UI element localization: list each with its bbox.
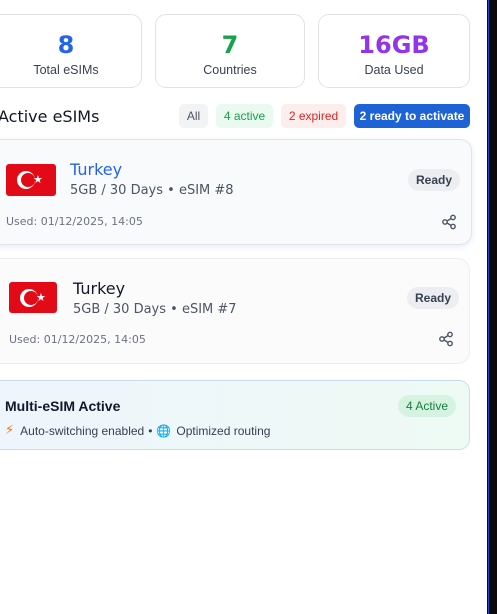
esim-used-timestamp: Used: 01/12/2025, 14:05 bbox=[6, 215, 143, 228]
stat-value-countries: 7 bbox=[221, 31, 239, 59]
stat-card-data-used: 16GB Data Used bbox=[318, 14, 470, 88]
stat-label-data-used: Data Used bbox=[364, 63, 424, 77]
esim-country: Turkey bbox=[70, 160, 123, 179]
filter-expired-button[interactable]: 2 expired bbox=[281, 104, 346, 128]
section-title: Active eSIMs bbox=[0, 107, 100, 126]
turkey-flag-icon: ★ bbox=[6, 164, 56, 196]
stat-value-total-esims: 8 bbox=[57, 31, 75, 59]
filter-active-button[interactable]: 4 active bbox=[216, 104, 273, 128]
separator-dot: • bbox=[148, 423, 153, 438]
multi-esim-features: ⚡ Auto-switching enabled • 🌐 Optimized r… bbox=[5, 423, 270, 438]
esim-used-timestamp: Used: 01/12/2025, 14:05 bbox=[9, 333, 146, 346]
esim-plan: 5GB / 30 Days • eSIM #8 bbox=[70, 183, 234, 198]
turkey-flag-icon: ★ bbox=[9, 282, 57, 313]
stat-label-countries: Countries bbox=[203, 63, 257, 77]
share-icon[interactable] bbox=[441, 214, 457, 230]
status-badge: Ready bbox=[408, 169, 461, 191]
filter-all-button[interactable]: All bbox=[179, 104, 208, 128]
stat-card-total-esims: 8 Total eSIMs bbox=[0, 14, 142, 88]
stat-card-countries: 7 Countries bbox=[155, 14, 305, 88]
multi-esim-banner: Multi-eSIM Active 4 Active ⚡ Auto-switch… bbox=[0, 380, 470, 450]
window-edge-line bbox=[488, 0, 489, 614]
globe-icon: 🌐 bbox=[156, 423, 172, 438]
routing-label: Optimized routing bbox=[176, 423, 271, 438]
auto-switching-label: Auto-switching enabled bbox=[20, 423, 145, 438]
esim-plan: 5GB / 30 Days • eSIM #7 bbox=[73, 302, 237, 317]
esim-card[interactable]: ★ Turkey 5GB / 30 Days • eSIM #8 Ready U… bbox=[0, 139, 472, 245]
esim-card[interactable]: ★ Turkey 5GB / 30 Days • eSIM #7 Ready U… bbox=[0, 258, 470, 364]
stat-value-data-used: 16GB bbox=[358, 31, 430, 59]
share-icon[interactable] bbox=[438, 331, 454, 347]
status-badge: Ready bbox=[407, 287, 460, 309]
active-count-badge: 4 Active bbox=[398, 395, 457, 417]
multi-esim-title: Multi-eSIM Active bbox=[5, 398, 121, 414]
esim-country: Turkey bbox=[73, 279, 126, 298]
filter-ready-button[interactable]: 2 ready to activate bbox=[354, 104, 470, 128]
lightning-icon: ⚡ bbox=[5, 423, 15, 438]
stat-label-total-esims: Total eSIMs bbox=[33, 63, 99, 77]
